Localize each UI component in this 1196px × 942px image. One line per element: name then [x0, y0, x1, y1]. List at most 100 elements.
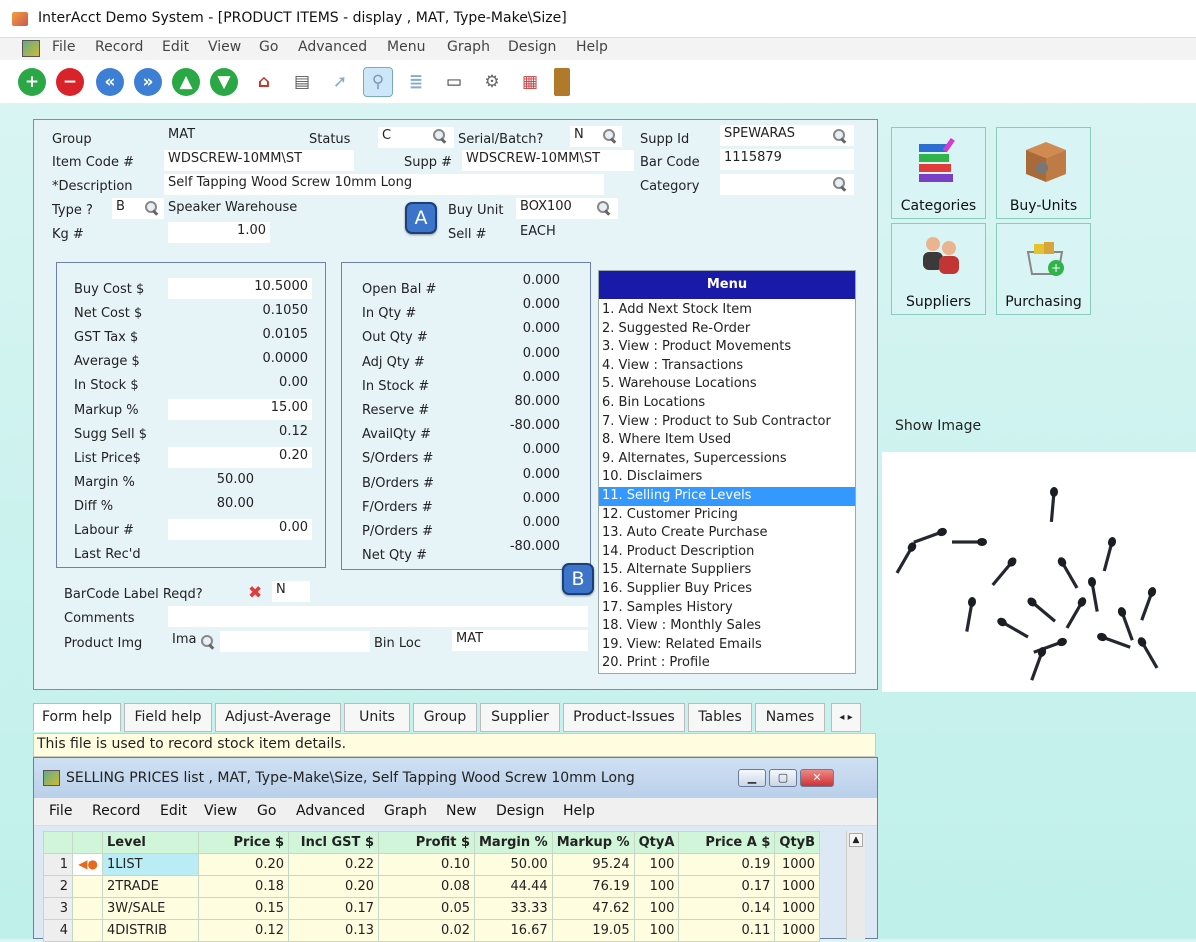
up-icon[interactable]: ▲: [172, 68, 200, 96]
column-header[interactable]: Incl GST $: [288, 831, 379, 854]
tab-product-issues[interactable]: Product-Issues: [563, 703, 685, 732]
table-cell[interactable]: 16.67: [474, 919, 553, 942]
table-cell[interactable]: 0.22: [288, 853, 379, 876]
menu-item[interactable]: 10. Disclaimers: [599, 468, 855, 487]
menu-item[interactable]: 2. Suggested Re-Order: [599, 320, 855, 339]
table-cell[interactable]: 50.00: [474, 853, 553, 876]
scroll-up-icon[interactable]: ▲: [849, 833, 863, 847]
table-cell[interactable]: 0.10: [378, 853, 475, 876]
table-cell[interactable]: 100: [633, 875, 680, 898]
column-header[interactable]: QtyB: [774, 831, 821, 854]
group-value[interactable]: MAT: [168, 127, 195, 142]
menu-item[interactable]: 19. View: Related Emails: [599, 636, 855, 655]
menu-item[interactable]: 8. Where Item Used: [599, 431, 855, 450]
menu-item[interactable]: 15. Alternate Suppliers: [599, 561, 855, 580]
column-header[interactable]: QtyA: [633, 831, 680, 854]
menu-item[interactable]: 6. Bin Locations: [599, 394, 855, 413]
product-img-path-field[interactable]: [220, 631, 370, 652]
sub-menu-help[interactable]: Help: [563, 803, 595, 819]
table-cell[interactable]: 1000: [774, 853, 821, 876]
table-cell[interactable]: 0.08: [378, 875, 475, 898]
tab-form-help[interactable]: Form help: [33, 703, 121, 732]
table-cell[interactable]: 0.15: [198, 897, 289, 920]
sub-menu-view[interactable]: View: [204, 803, 237, 819]
tab-units[interactable]: Units: [344, 703, 410, 732]
close-window-icon[interactable]: ✕: [800, 769, 834, 787]
down-icon[interactable]: ▼: [210, 68, 238, 96]
table-cell[interactable]: 1000: [774, 897, 821, 920]
table-cell[interactable]: 0.17: [288, 897, 379, 920]
menu-go[interactable]: Go: [259, 39, 278, 55]
row-number[interactable]: 2: [43, 875, 73, 898]
table-cell[interactable]: 0.18: [198, 875, 289, 898]
row-number[interactable]: 4: [43, 919, 73, 942]
menu-item[interactable]: 3. View : Product Movements: [599, 338, 855, 357]
tab-supplier[interactable]: Supplier: [480, 703, 560, 732]
row-number[interactable]: 3: [43, 897, 73, 920]
menu-item[interactable]: 1. Add Next Stock Item: [599, 301, 855, 320]
table-cell[interactable]: 1000: [774, 919, 821, 942]
level-cell[interactable]: 3W/SALE: [102, 897, 199, 920]
monitor-icon[interactable]: ▭: [440, 68, 468, 96]
table-cell[interactable]: 1000: [774, 875, 821, 898]
purchasing-button[interactable]: + Purchasing: [996, 223, 1091, 315]
description-field[interactable]: Self Tapping Wood Screw 10mm Long: [164, 174, 604, 195]
menu-edit[interactable]: Edit: [162, 39, 189, 55]
table-cell[interactable]: 0.02: [378, 919, 475, 942]
level-cell[interactable]: 1LIST: [102, 853, 199, 876]
tab-names[interactable]: Names: [755, 703, 825, 732]
tab-field-help[interactable]: Field help: [124, 703, 212, 732]
bin-loc-field[interactable]: MAT: [452, 630, 588, 651]
table-cell[interactable]: 100: [633, 919, 680, 942]
table-cell[interactable]: 33.33: [474, 897, 553, 920]
menu-item[interactable]: 18. View : Monthly Sales: [599, 617, 855, 636]
tab-group[interactable]: Group: [413, 703, 477, 732]
menu-item[interactable]: 11. Selling Price Levels: [599, 486, 855, 506]
menu-item[interactable]: 14. Product Description: [599, 543, 855, 562]
menu-advanced[interactable]: Advanced: [298, 39, 367, 55]
status-lookup-icon[interactable]: [432, 128, 447, 143]
sub-menu-file[interactable]: File: [49, 803, 72, 819]
calendar-icon[interactable]: ▦: [516, 68, 544, 96]
table-cell[interactable]: 76.19: [551, 875, 635, 898]
menu-item[interactable]: 16. Supplier Buy Prices: [599, 580, 855, 599]
list-icon[interactable]: ≣: [402, 68, 430, 96]
table-row[interactable]: 2 2TRADE 0.18 0.20 0.08 44.44 76.19 100 0.17 1000: [43, 875, 821, 898]
table-cell[interactable]: 0.11: [678, 919, 776, 942]
exit-door-icon[interactable]: [554, 68, 570, 96]
add-icon[interactable]: +: [18, 68, 46, 96]
print-icon[interactable]: ▤: [288, 68, 316, 96]
search-icon[interactable]: ⚲: [363, 67, 393, 97]
level-cell[interactable]: 4DISTRIB: [102, 919, 199, 942]
sub-menu-record[interactable]: Record: [92, 803, 140, 819]
menu-help[interactable]: Help: [576, 39, 608, 55]
type-lookup-icon[interactable]: [144, 200, 159, 215]
row-number[interactable]: 1: [43, 853, 73, 876]
table-cell[interactable]: 0.20: [288, 875, 379, 898]
menu-item[interactable]: 4. View : Transactions: [599, 357, 855, 376]
sub-menu-go[interactable]: Go: [257, 803, 276, 819]
menu-item[interactable]: 7. View : Product to Sub Contractor: [599, 413, 855, 432]
table-cell[interactable]: 0.05: [378, 897, 475, 920]
table-cell[interactable]: 100: [633, 853, 680, 876]
table-cell[interactable]: 0.12: [198, 919, 289, 942]
menu-record[interactable]: Record: [95, 39, 143, 55]
column-header[interactable]: Price $: [198, 831, 289, 854]
tab-adjust-average[interactable]: Adjust-Average: [215, 703, 341, 732]
maximize-icon[interactable]: ▢: [769, 769, 797, 787]
menu-item[interactable]: 9. Alternates, Supercessions: [599, 450, 855, 469]
system-menu-icon[interactable]: [22, 40, 40, 57]
table-cell[interactable]: 47.62: [551, 897, 635, 920]
column-header[interactable]: Markup %: [551, 831, 635, 854]
categories-button[interactable]: Categories: [891, 127, 986, 219]
cost-value[interactable]: 0.20: [168, 446, 312, 468]
cost-value[interactable]: 10.5000: [168, 278, 312, 299]
home-icon[interactable]: ⌂: [250, 68, 278, 96]
suppliers-button[interactable]: Suppliers: [891, 223, 986, 315]
tab-scroll-arrows-icon[interactable]: ◂ ▸: [831, 703, 861, 732]
supp-id-lookup-icon[interactable]: [832, 128, 847, 143]
table-cell[interactable]: 0.19: [678, 853, 776, 876]
menu-item[interactable]: 20. Print : Profile: [599, 654, 855, 673]
column-header[interactable]: Profit $: [378, 831, 475, 854]
column-header[interactable]: [43, 831, 73, 854]
